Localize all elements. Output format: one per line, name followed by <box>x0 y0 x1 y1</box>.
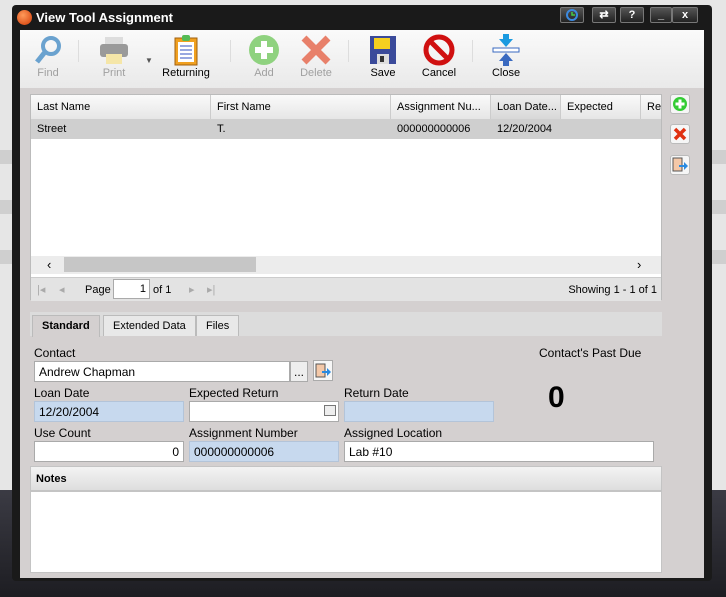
toolbar: Find Print ▼ Returning Add Delete Save C… <box>20 30 704 88</box>
swap-icon[interactable]: ⇄ <box>592 7 616 23</box>
assignments-grid: Last Name First Name Assignment Nu... Lo… <box>30 94 662 301</box>
document-arrow-icon <box>315 363 331 377</box>
page-label: Page <box>85 284 111 296</box>
cell-first-name: T. <box>217 123 226 135</box>
returning-label: Returning <box>162 67 210 79</box>
separator <box>348 40 349 62</box>
loan-date-label: Loan Date <box>34 386 90 400</box>
view-tool-assignment-dialog: View Tool Assignment ⇄ ? _ x Find Print … <box>12 5 712 581</box>
window-title: View Tool Assignment <box>36 10 174 25</box>
x-icon <box>673 127 687 141</box>
scroll-left-icon[interactable]: ‹ <box>47 257 51 272</box>
magnifier-icon <box>20 33 76 67</box>
table-row[interactable]: Street T. 000000000006 12/20/2004 <box>31 119 661 139</box>
notes-textarea[interactable] <box>30 491 662 573</box>
column-header-assignment-number[interactable]: Assignment Nu... <box>391 95 491 119</box>
collapse-arrows-icon <box>478 33 534 67</box>
x-icon <box>288 33 344 67</box>
title-bar[interactable]: View Tool Assignment ⇄ ? _ x <box>12 5 712 30</box>
assigned-location-field[interactable]: Lab #10 <box>344 441 654 462</box>
assignment-number-field[interactable]: 000000000006 <box>189 441 339 462</box>
document-arrow-icon <box>672 157 688 172</box>
expected-return-label: Expected Return <box>189 386 279 400</box>
dialog-content: Last Name First Name Assignment Nu... Lo… <box>20 88 704 578</box>
scroll-right-icon[interactable]: › <box>637 257 641 272</box>
plus-icon <box>236 33 292 67</box>
return-date-field[interactable] <box>344 401 494 422</box>
close-window-button[interactable]: x <box>672 7 698 23</box>
refresh-icon[interactable] <box>560 7 584 23</box>
contact-label: Contact <box>34 346 76 360</box>
use-count-label: Use Count <box>34 426 91 440</box>
close-label: Close <box>491 67 521 79</box>
column-header-ret[interactable]: Ret <box>641 95 661 119</box>
find-label: Find <box>37 67 59 79</box>
scrollbar-thumb[interactable] <box>64 257 256 272</box>
prohibited-icon <box>411 33 467 67</box>
pager: |◂ ◂ Page 1 of 1 ▸ ▸| Showing 1 - 1 of 1 <box>31 277 661 301</box>
cancel-label: Cancel <box>421 67 457 79</box>
save-label: Save <box>370 67 396 79</box>
column-header-expected[interactable]: Expected <box>561 95 641 119</box>
print-dropdown-arrow-icon[interactable]: ▼ <box>145 56 153 65</box>
past-due-value: 0 <box>548 381 565 414</box>
column-header-first-name[interactable]: First Name <box>211 95 391 119</box>
separator <box>472 40 473 62</box>
tab-strip: Standard Extended Data Files <box>30 312 662 337</box>
page-count: of 1 <box>153 284 172 296</box>
returning-button[interactable]: Returning <box>156 33 216 79</box>
tab-files[interactable]: Files <box>196 315 240 336</box>
print-button[interactable]: Print <box>86 33 142 79</box>
app-orb-icon <box>17 10 32 25</box>
contact-field[interactable]: Andrew Chapman <box>34 361 290 382</box>
separator <box>230 40 231 62</box>
print-label: Print <box>102 67 126 79</box>
printer-icon <box>86 33 142 67</box>
add-button[interactable]: Add <box>236 33 292 79</box>
showing-count: Showing 1 - 1 of 1 <box>568 284 657 296</box>
delete-label: Delete <box>300 67 332 79</box>
assignment-number-label: Assignment Number <box>189 426 298 440</box>
find-button[interactable]: Find <box>20 33 76 79</box>
add-row-button[interactable] <box>670 94 690 114</box>
past-due-label: Contact's Past Due <box>539 346 642 360</box>
cell-assignment-number: 000000000006 <box>397 123 471 135</box>
save-button[interactable]: Save <box>355 33 411 79</box>
horizontal-scrollbar[interactable]: ‹ › <box>31 256 661 274</box>
plus-icon <box>673 97 687 111</box>
calendar-icon[interactable] <box>324 405 336 416</box>
return-date-label: Return Date <box>344 386 409 400</box>
loan-date-field[interactable]: 12/20/2004 <box>34 401 184 422</box>
contact-browse-button[interactable]: ... <box>290 361 308 382</box>
close-button[interactable]: Close <box>478 33 534 79</box>
last-page-icon[interactable]: ▸| <box>207 283 215 296</box>
open-contact-button[interactable] <box>313 360 333 381</box>
cancel-button[interactable]: Cancel <box>411 33 467 79</box>
delete-button[interactable]: Delete <box>288 33 344 79</box>
cell-last-name: Street <box>37 123 67 135</box>
separator <box>78 40 79 62</box>
prev-page-icon[interactable]: ◂ <box>59 283 65 296</box>
delete-row-button[interactable] <box>670 124 690 144</box>
floppy-disk-icon <box>355 33 411 67</box>
tab-extended-data[interactable]: Extended Data <box>103 315 196 336</box>
assigned-location-label: Assigned Location <box>344 426 443 440</box>
tab-standard[interactable]: Standard <box>32 315 100 337</box>
help-button[interactable]: ? <box>620 7 644 23</box>
expected-return-field[interactable] <box>189 401 339 422</box>
next-page-icon[interactable]: ▸ <box>189 283 195 296</box>
use-count-field[interactable]: 0 <box>34 441 184 462</box>
clipboard-icon <box>156 33 216 67</box>
open-record-button[interactable] <box>670 155 690 175</box>
column-header-loan-date[interactable]: Loan Date... <box>491 95 561 119</box>
add-label: Add <box>254 67 274 79</box>
first-page-icon[interactable]: |◂ <box>37 283 45 296</box>
notes-header: Notes <box>30 466 662 491</box>
cell-loan-date: 12/20/2004 <box>497 123 553 135</box>
column-header-last-name[interactable]: Last Name <box>31 95 211 119</box>
minimize-button[interactable]: _ <box>650 7 672 23</box>
page-number-input[interactable]: 1 <box>113 279 150 299</box>
